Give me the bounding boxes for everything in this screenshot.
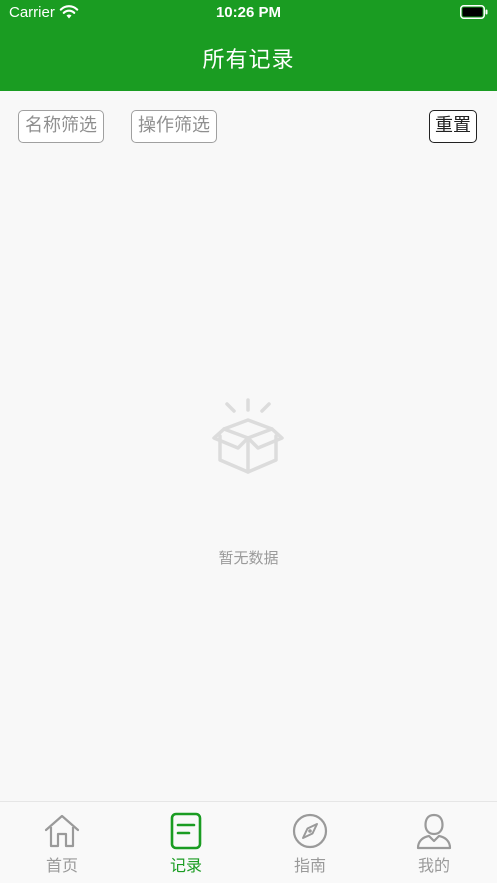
tab-records-label: 记录 [169, 856, 202, 875]
operation-filter-button[interactable]: 操作筛选 [131, 110, 217, 143]
battery-icon [460, 5, 488, 19]
reset-button[interactable]: 重置 [429, 110, 477, 143]
user-icon [416, 813, 452, 850]
status-time: 10:26 PM [215, 4, 282, 21]
tab-records[interactable]: 记录 [124, 802, 248, 883]
empty-box-icon [212, 398, 284, 474]
record-icon [170, 812, 202, 850]
tab-bar: 首页 记录 指南 我的 [0, 801, 497, 883]
nav-header: Carrier 10:26 PM 所有记录 [0, 0, 497, 91]
tab-mine[interactable]: 我的 [372, 802, 496, 883]
tab-home-label: 首页 [45, 856, 78, 875]
page-title: 所有记录 [202, 48, 295, 73]
name-filter-button[interactable]: 名称筛选 [18, 110, 104, 143]
tab-mine-label: 我的 [417, 856, 450, 875]
empty-state-text: 暂无数据 [218, 549, 279, 567]
home-icon [44, 814, 80, 848]
status-bar: Carrier 10:26 PM [0, 0, 497, 26]
tab-home[interactable]: 首页 [0, 802, 124, 883]
compass-icon [292, 813, 328, 849]
filter-bar: 名称筛选 操作筛选 重置 [0, 110, 497, 144]
tab-guide[interactable]: 指南 [248, 802, 372, 883]
tab-guide-label: 指南 [293, 856, 326, 875]
